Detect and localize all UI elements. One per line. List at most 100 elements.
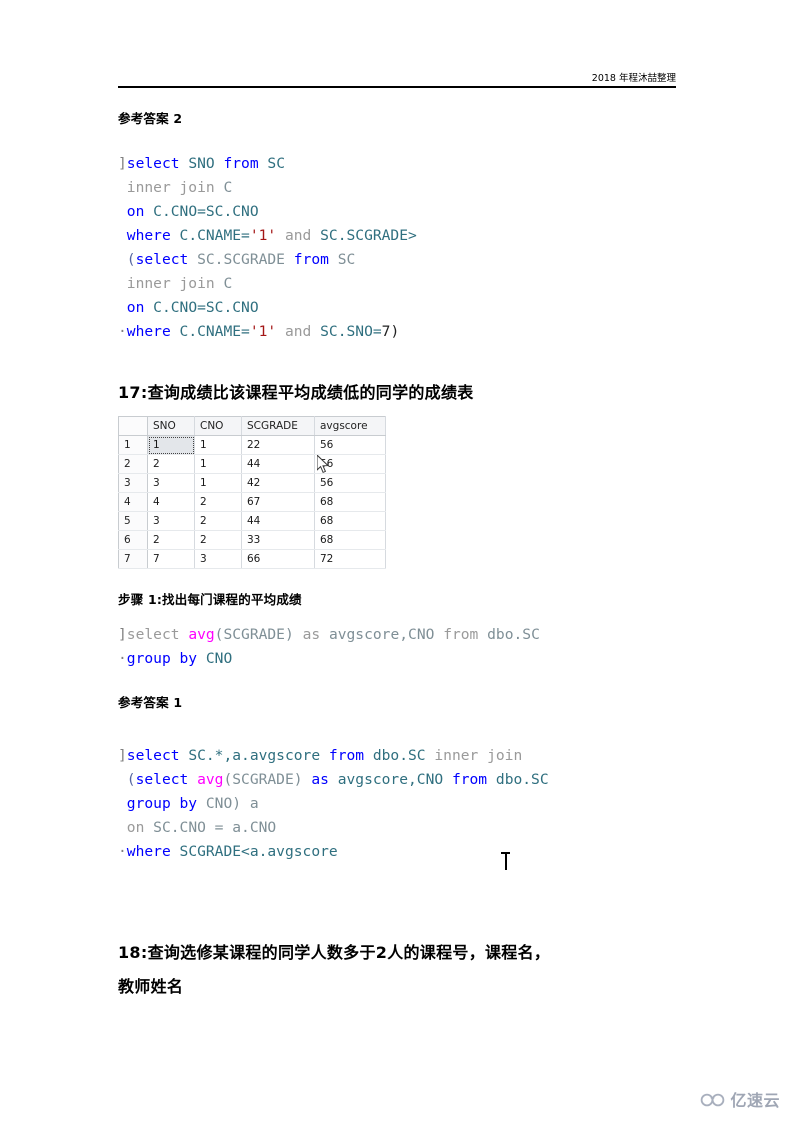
grid-row-number[interactable]: 5 (118, 511, 148, 531)
code-token: avg (197, 771, 224, 788)
grid-cell-scgrade[interactable]: 22 (241, 435, 315, 455)
mouse-arrow-cursor (316, 453, 330, 474)
code-token: '1' (249, 323, 277, 340)
code-token: and (284, 227, 312, 244)
code-token: C (223, 275, 233, 292)
grid-column-header[interactable]: SNO (147, 416, 195, 436)
code-token: ] (118, 155, 127, 172)
sql-code-block-answer1[interactable]: ]select SC.*,a.avgscore from dbo.SC inne… (118, 744, 549, 864)
code-token: ] (118, 747, 127, 764)
grid-cell-cno[interactable]: 2 (194, 530, 242, 550)
code-token: dbo.SC (495, 771, 549, 788)
table-row[interactable]: 4 4 2 67 68 (118, 492, 386, 512)
code-token: C (223, 179, 233, 196)
code-token: from (451, 771, 488, 788)
grid-cell-sno[interactable]: 2 (147, 454, 195, 474)
code-token: · (118, 650, 127, 667)
section-18-heading: 18:查询选修某课程的同学人数多于2人的课程号，课程名， 教师姓名 (118, 943, 551, 996)
grid-cell-cno[interactable]: 2 (194, 492, 242, 512)
table-row[interactable]: 2214456 (118, 454, 386, 474)
code-line: on SC.CNO = a.CNO (118, 816, 549, 840)
code-line: ·group by CNO (118, 647, 540, 671)
code-line: on C.CNO=SC.CNO (118, 296, 417, 320)
table-row[interactable]: 6 2 2 33 68 (118, 530, 386, 550)
grid-cell-avgscore[interactable]: 72 (314, 549, 386, 569)
code-token: SC.SCGRADE> (320, 227, 417, 244)
code-line: (select avg(SCGRADE) as avgscore,CNO fro… (118, 768, 549, 792)
table-row[interactable]: 3 3 1 42 56 (118, 473, 386, 493)
grid-cell-cno[interactable]: 1 (194, 435, 242, 455)
code-token: and (284, 323, 312, 340)
grid-cell-avgscore[interactable]: 56 (314, 473, 386, 493)
grid-cell-avgscore[interactable]: 68 (314, 511, 386, 531)
grid-cell-cno[interactable]: 1 (194, 473, 242, 493)
code-token: from (443, 626, 479, 643)
cloud-glasses-logo-icon (701, 1093, 725, 1106)
code-line: on C.CNO=SC.CNO (118, 200, 417, 224)
grid-cell-scgrade[interactable]: 42 (241, 473, 315, 493)
code-line: group by CNO) a (118, 792, 549, 816)
grid-cell-scgrade[interactable]: 67 (241, 492, 315, 512)
code-token: avg (188, 626, 215, 643)
grid-cell-avgscore[interactable]: 68 (314, 530, 386, 550)
grid-cell-sno[interactable]: 2 (147, 530, 195, 550)
grid-body[interactable]: 1112256221445633142564426768532446862233… (118, 435, 386, 569)
code-line: inner join C (118, 176, 417, 200)
grid-cell-scgrade[interactable]: 44 (241, 454, 315, 474)
code-token: dbo.SC (372, 747, 426, 764)
grid-row-number[interactable]: 4 (118, 492, 148, 512)
grid-cell-sno[interactable]: 3 (147, 511, 195, 531)
grid-header-row: SNO CNO SCGRADE avgscore (118, 416, 386, 436)
grid-cell-sno[interactable]: 3 (147, 473, 195, 493)
code-token: where (126, 323, 171, 340)
table-row[interactable]: 7 7 3 66 72 (118, 549, 386, 569)
grid-row-number[interactable]: 3 (118, 473, 148, 493)
code-token: CNO) a (205, 795, 259, 812)
grid-row-number[interactable]: 7 (118, 549, 148, 569)
grid-cell-cno[interactable]: 3 (194, 549, 242, 569)
query-result-grid[interactable]: SNOCNOSCGRADEavgscore 111225622144563314… (118, 416, 386, 569)
grid-cell-scgrade[interactable]: 66 (241, 549, 315, 569)
code-token: select (126, 626, 180, 643)
grid-cell-avgscore[interactable]: 56 (314, 435, 386, 455)
grid-cell-scgrade[interactable]: 33 (241, 530, 315, 550)
sql-code-block-step1[interactable]: ]select avg(SCGRADE) as avgscore,CNO fro… (118, 623, 540, 671)
grid-column-header[interactable] (118, 416, 148, 436)
grid-row-number[interactable]: 2 (118, 454, 148, 474)
code-token: on (126, 819, 145, 836)
code-token: from (328, 747, 365, 764)
code-line: (select SC.SCGRADE from SC (118, 248, 417, 272)
arrow-cursor-icon (316, 453, 330, 474)
sql-code-block-answer2[interactable]: ]select SNO from SC inner join C on C.CN… (118, 152, 417, 344)
code-token: inner join (126, 275, 215, 292)
table-row[interactable]: 5 3 2 44 68 (118, 511, 386, 531)
grid-cell-sno[interactable]: 1 (147, 435, 195, 455)
grid-cell-cno[interactable]: 2 (194, 511, 242, 531)
grid-column-header[interactable]: avgscore (314, 416, 386, 436)
grid-row-number[interactable]: 1 (118, 435, 148, 455)
grid-column-header[interactable]: CNO (194, 416, 242, 436)
grid-cell-sno[interactable]: 7 (147, 549, 195, 569)
table-row[interactable]: 1 1 1 22 56 (118, 435, 386, 455)
code-token: inner join (126, 179, 215, 196)
grid-cell-cno[interactable]: 1 (194, 454, 242, 474)
code-token: from (293, 251, 329, 268)
grid-cell-avgscore[interactable]: 68 (314, 492, 386, 512)
code-token: select (135, 251, 189, 268)
grid-row-number[interactable]: 6 (118, 530, 148, 550)
code-line: inner join C (118, 272, 417, 296)
code-token: '1' (249, 227, 277, 244)
grid-cell-scgrade[interactable]: 44 (241, 511, 315, 531)
grid-cell-sno[interactable]: 4 (147, 492, 195, 512)
grid-column-header[interactable]: SCGRADE (241, 416, 315, 436)
